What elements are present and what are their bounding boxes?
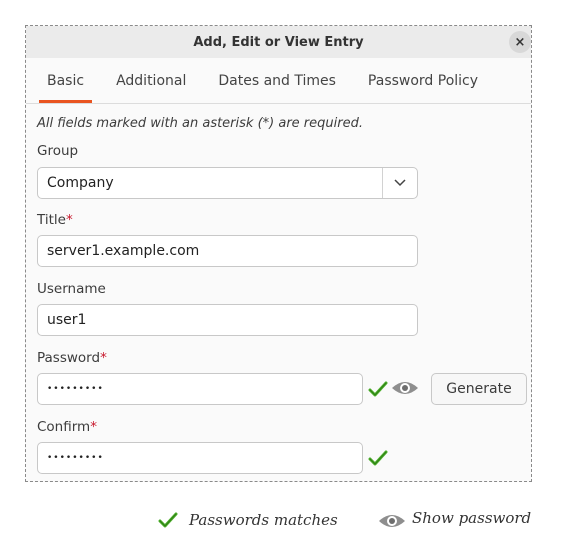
dialog-titlebar: Add, Edit or View Entry ×	[26, 26, 531, 58]
checkmark-icon	[367, 448, 389, 468]
chevron-down-icon	[394, 179, 406, 187]
tab-password-policy[interactable]: Password Policy	[356, 58, 490, 103]
legend-show-text: Show password	[412, 509, 532, 527]
title-input[interactable]: server1.example.com	[37, 235, 418, 267]
group-dropdown-button[interactable]	[382, 168, 417, 198]
required-note: All fields marked with an asterisk (*) a…	[37, 116, 363, 131]
password-required-mark: *	[100, 350, 107, 366]
group-combo[interactable]: Company	[37, 167, 418, 199]
title-value: server1.example.com	[47, 243, 200, 259]
group-label: Group	[37, 143, 79, 159]
tab-bar: Basic Additional Dates and Times Passwor…	[26, 58, 531, 104]
password-value: •••••••••	[47, 384, 104, 394]
username-label: Username	[37, 281, 106, 297]
tab-dates-and-times[interactable]: Dates and Times	[206, 58, 348, 103]
close-icon: ×	[514, 34, 526, 50]
confirm-label: Confirm*	[37, 419, 97, 435]
title-label: Title*	[37, 212, 73, 228]
legend-match-text: Passwords matches	[189, 511, 338, 529]
eye-icon[interactable]	[390, 377, 420, 399]
eye-icon	[377, 510, 407, 532]
tab-additional[interactable]: Additional	[104, 58, 198, 103]
checkmark-icon	[367, 379, 389, 399]
dialog-title: Add, Edit or View Entry	[193, 34, 364, 50]
confirm-input[interactable]: •••••••••	[37, 442, 363, 474]
username-input[interactable]: user1	[37, 304, 418, 336]
tab-basic[interactable]: Basic	[35, 58, 96, 103]
entry-dialog: Add, Edit or View Entry × Basic Addition…	[25, 25, 532, 482]
username-value: user1	[47, 312, 87, 328]
close-button[interactable]: ×	[509, 31, 531, 53]
password-input[interactable]: •••••••••	[37, 373, 363, 405]
confirm-required-mark: *	[90, 419, 97, 435]
title-required-mark: *	[65, 212, 73, 228]
generate-button[interactable]: Generate	[431, 373, 527, 405]
password-label: Password*	[37, 350, 107, 366]
checkmark-icon	[157, 510, 179, 530]
group-value: Company	[47, 175, 114, 191]
confirm-value: •••••••••	[47, 453, 104, 463]
